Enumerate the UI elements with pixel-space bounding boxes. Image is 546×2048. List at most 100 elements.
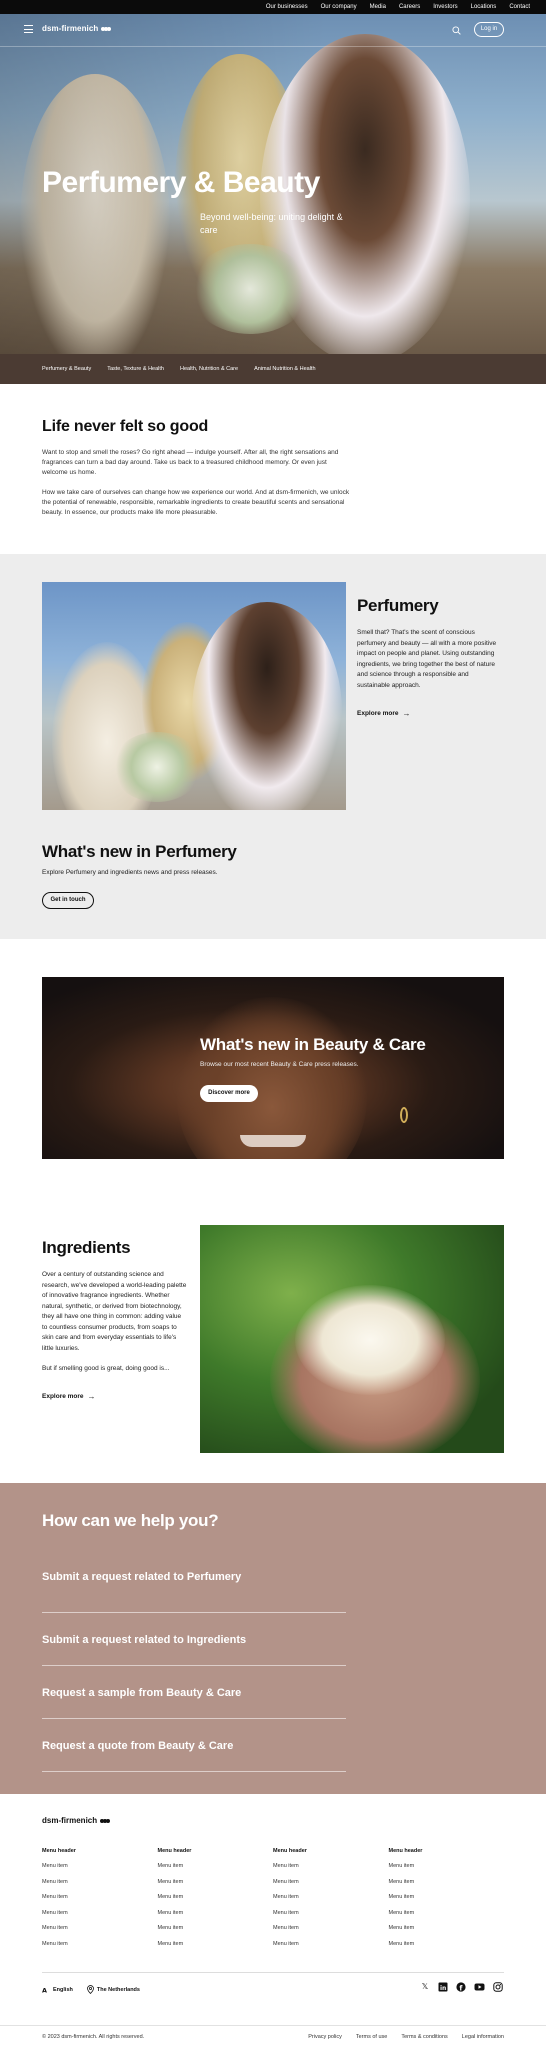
footer-menu-item[interactable]: Menu item (389, 1863, 505, 1869)
utility-link-media[interactable]: Media (370, 4, 386, 10)
translate-icon: A (42, 1986, 47, 1994)
footer-menu-item[interactable]: Menu item (158, 1863, 274, 1869)
footer-menu-item[interactable]: Menu item (389, 1941, 505, 1947)
footer-menu-item[interactable]: Menu item (273, 1925, 389, 1931)
footer-menu-item[interactable]: Menu item (273, 1879, 389, 1885)
arrow-right-icon: → (87, 1391, 96, 1401)
footer-menu-item[interactable]: Menu item (389, 1894, 505, 1900)
earring (400, 1107, 408, 1123)
beauty-care-title: What's new in Beauty & Care (200, 1035, 426, 1054)
language-selector[interactable]: A English (42, 1986, 73, 1994)
footer-menu-item[interactable]: Menu item (42, 1863, 158, 1869)
legal-links: Privacy policy Terms of use Terms & cond… (308, 2034, 504, 2040)
menu-icon[interactable] (24, 25, 33, 33)
instagram-icon[interactable] (493, 1982, 503, 1992)
footer-menu-item[interactable]: Menu item (389, 1925, 505, 1931)
help-link-perfumery[interactable]: Submit a request related to Perfumery (42, 1571, 346, 1613)
utility-link-contact[interactable]: Contact (509, 4, 530, 10)
category-health-nutrition-care[interactable]: Health, Nutrition & Care (180, 366, 238, 372)
perfumery-title: Perfumery (357, 596, 439, 615)
country-selector[interactable]: The Netherlands (87, 1985, 140, 1994)
category-animal-nutrition-health[interactable]: Animal Nutrition & Health (254, 366, 315, 372)
footer-menu-item[interactable]: Menu item (42, 1910, 158, 1916)
country-label: The Netherlands (96, 1986, 140, 1993)
ingredients-explore-link[interactable]: Explore more → (42, 1392, 96, 1401)
footer-menu-item[interactable]: Menu item (42, 1941, 158, 1947)
footer-divider (42, 1972, 504, 1973)
facebook-icon[interactable]: f (456, 1982, 466, 1992)
discover-more-button[interactable]: Discover more (200, 1085, 258, 1102)
help-link-sample[interactable]: Request a sample from Beauty & Care (42, 1666, 346, 1719)
perfumery-explore-label: Explore more (357, 710, 399, 717)
whats-new-perfumery-title: What's new in Perfumery (42, 842, 237, 861)
utility-link-careers[interactable]: Careers (399, 4, 420, 10)
help-link-ingredients[interactable]: Submit a request related to Ingredients (42, 1613, 346, 1666)
utility-bar: Our businesses Our company Media Careers… (0, 0, 546, 14)
utility-link-company[interactable]: Our company (321, 4, 357, 10)
footer-menu-item[interactable]: Menu item (158, 1879, 274, 1885)
footer-column: Menu header Menu item Menu item Menu ite… (42, 1848, 158, 1956)
hero-title: Perfumery & Beauty (42, 166, 320, 199)
footer-menu-item[interactable]: Menu item (158, 1910, 274, 1916)
x-icon[interactable]: 𝕏 (420, 1982, 430, 1992)
footer-menu-item[interactable]: Menu item (273, 1910, 389, 1916)
utility-link-locations[interactable]: Locations (471, 4, 497, 10)
logo-mark-icon (100, 1816, 111, 1825)
legal-link-legal-information[interactable]: Legal information (462, 2034, 504, 2040)
perfumery-explore-link[interactable]: Explore more → (357, 709, 411, 718)
footer-column-header: Menu header (42, 1848, 76, 1854)
perfumery-text: Perfumery Smell that? That's the scent o… (357, 596, 497, 720)
legal-link-terms-of-use[interactable]: Terms of use (356, 2034, 387, 2040)
search-icon[interactable] (452, 26, 461, 35)
footer-menu-item[interactable]: Menu item (389, 1879, 505, 1885)
logo[interactable]: dsm-firmenich (42, 24, 112, 33)
category-perfumery-beauty[interactable]: Perfumery & Beauty (42, 366, 91, 372)
utility-link-businesses[interactable]: Our businesses (266, 4, 308, 10)
footer-logo[interactable]: dsm-firmenich (42, 1816, 111, 1825)
intro-section: Life never felt so good Want to stop and… (42, 418, 352, 528)
intro-paragraph-1: Want to stop and smell the roses? Go rig… (42, 449, 339, 476)
linkedin-icon[interactable]: in (438, 1982, 448, 1992)
hero-subtitle: Beyond well-being: uniting delight & car… (200, 212, 343, 235)
footer-menu-item[interactable]: Menu item (158, 1894, 274, 1900)
location-pin-icon (87, 1985, 94, 1994)
footer-menu-item[interactable]: Menu item (273, 1941, 389, 1947)
help-links: Submit a request related to Perfumery Su… (42, 1571, 346, 1772)
footer-locale: A English The Netherlands (42, 1985, 140, 1994)
footer-menu-item[interactable]: Menu item (158, 1941, 274, 1947)
help-link-quote[interactable]: Request a quote from Beauty & Care (42, 1719, 346, 1772)
youtube-icon[interactable] (474, 1982, 485, 1992)
perfumery-body: Smell that? That's the scent of consciou… (357, 629, 497, 689)
utility-link-investors[interactable]: Investors (433, 4, 457, 10)
footer-column-header: Menu header (157, 1848, 192, 1854)
intro-title: Life never felt so good (42, 418, 209, 435)
logo-text: dsm-firmenich (42, 24, 99, 33)
login-button[interactable]: Log in (474, 22, 504, 37)
footer-bottom: © 2023 dsm-firmenich. All rights reserve… (0, 2025, 546, 2048)
help-section: How can we help you? Submit a request re… (0, 1483, 546, 1794)
footer-menu-item[interactable]: Menu item (42, 1925, 158, 1931)
legal-link-terms-conditions[interactable]: Terms & conditions (401, 2034, 447, 2040)
footer-menu: Menu header Menu item Menu item Menu ite… (42, 1848, 504, 1956)
whats-new-perfumery-subtitle: Explore Perfumery and ingredients news a… (42, 869, 218, 876)
header-divider (0, 46, 546, 47)
footer-menu-item[interactable]: Menu item (389, 1910, 505, 1916)
category-taste-texture-health[interactable]: Taste, Texture & Health (107, 366, 164, 372)
ingredients-paragraph-2: But if smelling good is great, doing goo… (42, 1365, 170, 1372)
category-nav: Perfumery & Beauty Taste, Texture & Heal… (0, 354, 546, 384)
svg-text:in: in (440, 1985, 446, 1992)
footer-menu-item[interactable]: Menu item (273, 1894, 389, 1900)
footer-menu-item[interactable]: Menu item (273, 1863, 389, 1869)
get-in-touch-button[interactable]: Get in touch (42, 892, 94, 909)
footer-menu-item[interactable]: Menu item (42, 1894, 158, 1900)
footer-menu-item[interactable]: Menu item (158, 1925, 274, 1931)
footer-logo-text: dsm-firmenich (42, 1816, 98, 1825)
footer-menu-item[interactable]: Menu item (42, 1879, 158, 1885)
ingredients-image (200, 1225, 504, 1453)
legal-link-privacy[interactable]: Privacy policy (308, 2034, 342, 2040)
intro-paragraph-2: How we take care of ourselves can change… (42, 489, 350, 516)
footer-column-header: Menu header (388, 1848, 423, 1854)
ingredients-title: Ingredients (42, 1238, 131, 1257)
main-header: dsm-firmenich Log in (0, 14, 546, 46)
footer-column: Menu header Menu item Menu item Menu ite… (273, 1848, 389, 1956)
